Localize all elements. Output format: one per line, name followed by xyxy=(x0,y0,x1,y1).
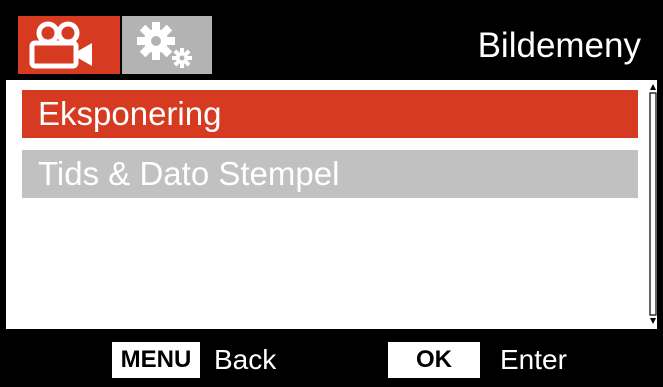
footer-bar: MENU Back OK Enter xyxy=(0,330,663,387)
gears-icon xyxy=(137,22,192,68)
menu-panel: Eksponering Tids & Dato Stempel xyxy=(6,80,657,329)
video-camera-icon xyxy=(29,21,92,69)
tab-settings[interactable] xyxy=(122,16,212,74)
menu-item-date-time-stamp[interactable]: Tids & Dato Stempel xyxy=(22,150,638,198)
menu-item-exposure[interactable]: Eksponering xyxy=(22,90,638,138)
back-label: Back xyxy=(214,344,277,375)
tab-video[interactable] xyxy=(18,16,120,74)
ok-key-button[interactable]: OK xyxy=(388,342,480,378)
menu-key-button[interactable]: MENU xyxy=(112,342,200,378)
enter-label: Enter xyxy=(500,344,567,375)
scrollbar[interactable] xyxy=(648,84,658,324)
header-bar: Bildemeny xyxy=(0,0,663,80)
camera-menu-screen: Bildemeny Eksponering Tids & Dato Stempe… xyxy=(0,0,663,387)
page-title: Bildemeny xyxy=(477,26,641,65)
